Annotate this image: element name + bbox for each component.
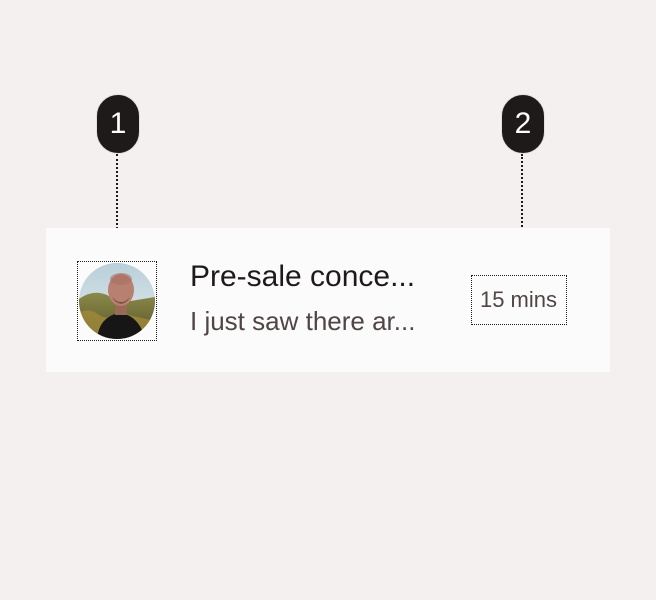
list-item-supporting-text: I just saw there ar...	[190, 306, 416, 336]
list-item-headline: Pre-sale conce...	[190, 260, 416, 293]
trailing-text-highlight-frame: 15 mins	[471, 275, 567, 325]
callout-badge-2: 2	[501, 94, 545, 154]
callout-badge-1: 1	[96, 94, 140, 154]
list-item[interactable]: Pre-sale conce... I just saw there ar...…	[46, 228, 610, 372]
list-item-trailing-text: 15 mins	[479, 287, 558, 312]
person-photo-icon	[79, 263, 155, 339]
avatar-highlight-frame	[77, 261, 157, 341]
avatar	[79, 263, 155, 339]
